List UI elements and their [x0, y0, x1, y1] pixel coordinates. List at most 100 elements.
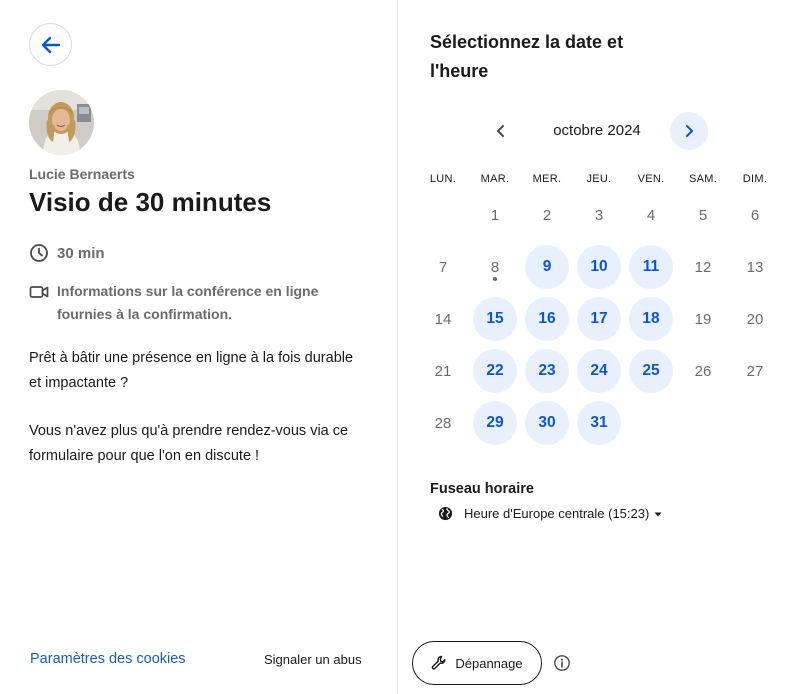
- duration-label: 30 min: [57, 244, 105, 262]
- weekday-label: VEN.: [637, 173, 665, 185]
- arrow-left-icon: [41, 36, 60, 53]
- calendar-day-available[interactable]: 9: [525, 245, 569, 289]
- calendar-day: 7: [438, 258, 448, 276]
- calendar-day-available[interactable]: 25: [629, 349, 673, 393]
- weekday-label: MAR.: [480, 173, 510, 185]
- report-abuse-link[interactable]: Signaler un abus: [264, 652, 362, 667]
- weekday-label: DIM.: [742, 173, 768, 185]
- calendar-cell: 27: [729, 345, 781, 397]
- calendar-cell: 22: [469, 345, 521, 397]
- calendar-cell: [677, 397, 729, 449]
- wrench-icon: [432, 655, 446, 670]
- calendar-cell: 25: [625, 345, 677, 397]
- event-description: Prêt à bâtir une présence en ligne à la …: [29, 346, 369, 468]
- calendar-day-available[interactable]: 16: [525, 297, 569, 341]
- calendar-cell: 21: [417, 345, 469, 397]
- calendar-day: 6: [750, 206, 760, 224]
- calendar-day-available[interactable]: 24: [577, 349, 621, 393]
- calendar-cell: 23: [521, 345, 573, 397]
- month-navigation: octobre 2024: [490, 112, 710, 150]
- timezone-title: Fuseau horaire: [430, 481, 534, 497]
- calendar-day-available[interactable]: 23: [525, 349, 569, 393]
- previous-month-button[interactable]: [490, 120, 512, 142]
- calendar-day: 19: [694, 310, 712, 328]
- calendar-day-available[interactable]: 29: [473, 401, 517, 445]
- chevron-right-icon: [686, 125, 693, 137]
- weekday-header: LUN. MAR. MER. JEU. VEN. SAM. DIM.: [417, 173, 781, 185]
- calendar-cell: 24: [573, 345, 625, 397]
- calendar-day-available[interactable]: 22: [473, 349, 517, 393]
- calendar-week-row: 1 2 3 4 5 6: [417, 189, 781, 241]
- calendar-cell: 30: [521, 397, 573, 449]
- calendar-cell: 12: [677, 241, 729, 293]
- calendar-cell: 10: [573, 241, 625, 293]
- calendar-cell: 8: [469, 241, 521, 293]
- calendar-cell: 7: [417, 241, 469, 293]
- calendar-day-available[interactable]: 30: [525, 401, 569, 445]
- calendar-grid: 1 2 3 4 5 6 7 8 9 10 11 12 13 14 15 16 17 18 19 20 21 22 23 24 2…: [417, 189, 781, 449]
- calendar-day: 5: [698, 206, 708, 224]
- event-title: Visio de 30 minutes: [29, 187, 272, 217]
- weekday-label: MER.: [532, 173, 562, 185]
- calendar-day-available[interactable]: 10: [577, 245, 621, 289]
- chevron-left-icon: [497, 125, 504, 137]
- calendar-cell: 16: [521, 293, 573, 345]
- event-details-panel: Lucie Bernaerts Visio de 30 minutes 30 m…: [0, 0, 398, 694]
- calendar-day: 12: [694, 258, 712, 276]
- calendar-day: 14: [434, 310, 452, 328]
- calendar-day-available[interactable]: 15: [473, 297, 517, 341]
- calendar-cell: 14: [417, 293, 469, 345]
- calendar-heading: Sélectionnez la date et l'heure: [430, 32, 624, 81]
- caret-down-icon: [654, 512, 662, 516]
- calendar-cell: 11: [625, 241, 677, 293]
- calendar-cell: [417, 189, 469, 241]
- weekday-label: SAM.: [688, 173, 718, 185]
- calendar-week-row: 14 15 16 17 18 19 20: [417, 293, 781, 345]
- calendar-day-available[interactable]: 11: [629, 245, 673, 289]
- calendar-week-row: 28 29 30 31: [417, 397, 781, 449]
- calendar-day: 13: [746, 258, 764, 276]
- calendar-cell: [625, 397, 677, 449]
- calendar-cell: 1: [469, 189, 521, 241]
- calendar-day: 2: [542, 206, 552, 224]
- info-icon[interactable]: [553, 654, 571, 672]
- calendar-day: 4: [646, 206, 656, 224]
- calendar-cell: 18: [625, 293, 677, 345]
- calendar-day: 8: [490, 258, 500, 276]
- calendar-day: 1: [490, 206, 500, 224]
- calendar-cell: 3: [573, 189, 625, 241]
- calendar-cell: 2: [521, 189, 573, 241]
- calendar-panel: Sélectionnez la date et l'heure octobre …: [398, 0, 793, 694]
- troubleshoot-label: Dépannage: [455, 655, 523, 671]
- globe-icon: [438, 506, 453, 521]
- calendar-cell: 29: [469, 397, 521, 449]
- today-indicator: [493, 277, 497, 281]
- calendar-day: 21: [434, 362, 452, 380]
- back-button[interactable]: [29, 23, 72, 66]
- calendar-cell: 20: [729, 293, 781, 345]
- calendar-day-available[interactable]: 31: [577, 401, 621, 445]
- conference-info-text: Informations sur la conférence en ligne …: [57, 283, 319, 322]
- calendar-cell: 26: [677, 345, 729, 397]
- timezone-value: Heure d'Europe centrale (15:23): [464, 506, 650, 521]
- video-camera-icon: [29, 286, 49, 298]
- clock-icon: [30, 244, 48, 262]
- duration-row: 30 min: [29, 243, 105, 263]
- calendar-day: 3: [594, 206, 604, 224]
- calendar-week-row: 21 22 23 24 25 26 27: [417, 345, 781, 397]
- calendar-day-available[interactable]: 17: [577, 297, 621, 341]
- avatar: [29, 90, 94, 155]
- calendar-day-available[interactable]: 18: [629, 297, 673, 341]
- troubleshoot-button[interactable]: Dépannage: [412, 641, 542, 685]
- cookie-settings-link[interactable]: Paramètres des cookies: [30, 651, 186, 667]
- calendar-cell: 9: [521, 241, 573, 293]
- description-paragraph: Vous n'avez plus qu'à prendre rendez-vou…: [29, 423, 349, 464]
- calendar-day: 20: [746, 310, 764, 328]
- timezone-select[interactable]: Heure d'Europe centrale (15:23): [438, 506, 662, 521]
- weekday-label: JEU.: [586, 173, 612, 185]
- next-month-button[interactable]: [670, 112, 708, 150]
- calendar-cell: 17: [573, 293, 625, 345]
- calendar-cell: 19: [677, 293, 729, 345]
- calendar-cell: 5: [677, 189, 729, 241]
- calendar-day: 28: [434, 414, 452, 432]
